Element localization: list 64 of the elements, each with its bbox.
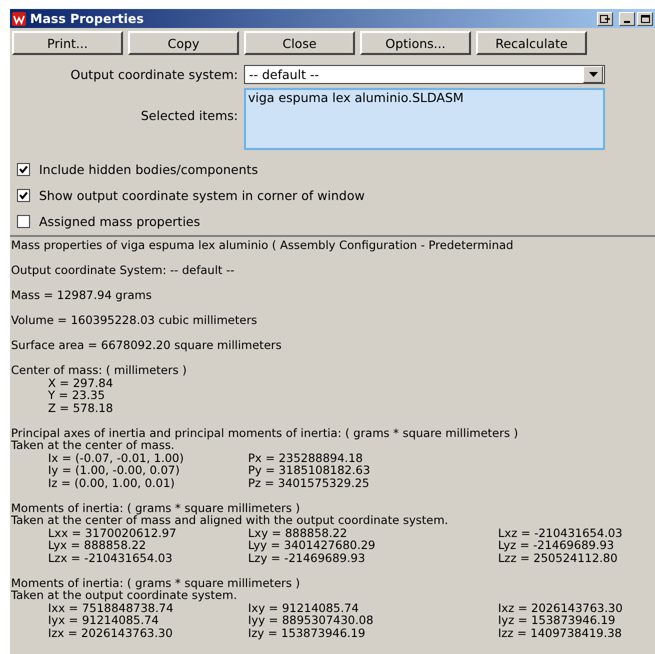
report-value: Y = 23.35 [48,389,106,402]
report-value: Ixz = 2026143763.30 [498,602,624,614]
checkbox[interactable] [17,188,30,202]
report-value: Iyz = 153873946.19 [498,614,616,626]
toolbar-button[interactable]: Close [244,31,355,55]
maximize-icon [640,14,650,22]
checkbox[interactable] [17,214,30,228]
report-value: Lyz = -21469689.93 [498,539,616,552]
report-line: Principal axes of inertia and principal moments of inertia: ( grams * square millimeters ) [11,426,520,439]
report-value: Iz = (0.00, 1.00, 0.01) [48,476,176,489]
toolbar-button[interactable]: Print... [12,31,123,55]
report-value: Iy = (1.00, -0.00, 0.07) [48,464,180,476]
checkbox[interactable] [17,162,30,176]
report-line: Volume = 160395228.03 cubic millimeters [11,314,258,326]
report-line: Taken at the center of mass and aligned with the output coordinate system. [11,514,450,526]
report-value: Ix = (-0.07, -0.01, 1.00) [48,452,185,464]
app-logo-icon [12,12,26,26]
report-line: Output coordinate System: -- default -- [11,264,236,276]
report-value: Lzz = 250524112.80 [498,552,619,564]
report-line: Moments of inertia: ( grams * square millimeters ) [11,502,301,514]
report-value: Lyx = 888858.22 [48,539,148,552]
report-value: Izz = 1409738419.38 [498,626,623,639]
report-value: Lzx = -210431654.03 [48,552,174,564]
report-value: Lzy = -21469689.93 [248,552,366,564]
minimize-icon [624,20,630,22]
report-value: Ixy = 91214085.74 [248,602,360,614]
report-line: Mass = 12987.94 grams [11,289,153,302]
report-line: Taken at the center of mass. [11,439,176,452]
toolbar-button[interactable]: Recalculate [476,31,587,55]
checkbox-label: Assigned mass properties [39,214,200,228]
toolbar-button[interactable]: Options... [360,31,471,55]
selected-item[interactable]: viga espuma lex aluminio.SLDASM [246,90,603,105]
report-value: Lxx = 3170020612.97 [48,526,178,539]
report-value: Iyx = 91214085.74 [48,614,160,626]
restore-window-button[interactable] [597,12,613,26]
checkbox-label: Include hidden bodies/components [39,162,258,176]
report-line: Mass properties of viga espuma lex aluminio ( Assembly Configuration - Predeterminad [11,239,514,252]
report-line: Surface area = 6678092.20 square millimeters [11,339,283,352]
selected-items-label: Selected items: [140,108,239,123]
dropdown-arrow-icon [588,72,598,77]
toolbar-button[interactable]: Copy [128,31,239,55]
report-value: Ixx = 7518848738.74 [48,602,174,614]
report-value: Lxz = -210431654.03 [498,526,624,539]
report-line: Moments of inertia: ( grams * square millimeters ) [11,576,301,589]
report-line: Taken at the output coordinate system. [11,589,238,602]
report-line: Center of mass: ( millimeters ) [11,364,188,376]
checkbox-label: Show output coordinate system in corner of window [39,188,365,202]
coordinate-system-dropdown[interactable]: -- default -- [244,65,605,84]
report-value: Lyy = 3401427680.29 [248,539,376,552]
report-value: Izy = 153873946.19 [248,626,366,639]
window-icon [600,14,610,22]
report-value: Z = 578.18 [48,402,114,414]
report-value: Iyy = 8895307430.08 [248,614,374,626]
minimize-button[interactable] [619,12,635,26]
coordinate-system-label: Output coordinate system: [70,67,239,82]
report-value: Px = 235288894.18 [248,452,364,464]
report-value: Lxy = 888858.22 [248,526,348,539]
report-value: X = 297.84 [48,376,114,389]
selected-items-list[interactable]: viga espuma lex aluminio.SLDASM [244,88,605,150]
window-title: Mass Properties [30,11,145,26]
maximize-button[interactable] [637,12,653,26]
report-value: Izx = 2026143763.30 [48,626,174,639]
report-value: Pz = 3401575329.25 [248,476,370,489]
report-value: Py = 3185108182.63 [248,464,372,476]
